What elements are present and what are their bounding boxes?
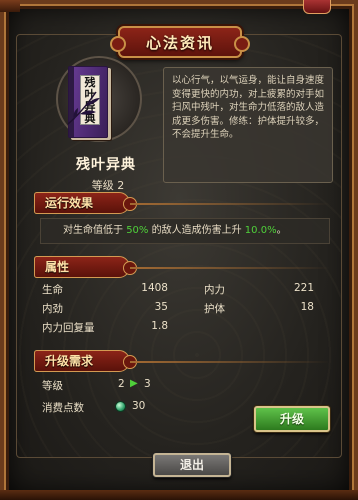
section-divider [130,203,330,205]
req-cost-label: 消费点数 [42,402,84,414]
skill-name: 残叶异典 [76,157,136,173]
dialog-title: 心法资讯 [110,26,250,58]
req-level-label: 等级 [42,380,63,392]
effect-text-suffix: 。 [276,225,287,236]
attr-label-defense: 护体 [204,303,225,315]
attr-label-mp-regen: 内力回复量 [42,322,95,334]
effect-threshold: 50% [126,225,149,236]
attr-value-mp: 221 [293,282,314,294]
upgrade-button[interactable]: 升级 [254,406,330,432]
section-divider [130,267,330,269]
exit-button[interactable]: 退出 [153,453,231,477]
skill-description: 以心行气，以气运身，能让自身速度变得更快的内功，对上疲累的对手如扫风中残叶，对生… [163,67,333,183]
req-level-to: 3 [144,378,151,390]
section-divider [130,361,330,363]
attr-value-inner-power: 35 [154,301,168,313]
level-up-arrow-icon: ▶ [130,378,138,389]
section-header-effect: 运行效果 [34,192,137,214]
effect-text-middle: 的敌人造成伤害上升 [151,225,242,236]
close-button[interactable] [303,0,331,14]
skill-point-coin-icon [115,401,126,412]
attr-value-defense: 18 [300,301,314,313]
attr-label-hp: 生命 [42,284,63,296]
attr-value-mp-regen: 1.8 [151,320,168,332]
bamboo-leaf-icon [67,91,100,125]
frame-bottom-bar [0,490,358,500]
req-cost-value: 30 [132,400,146,412]
attributes-panel: 生命 1408 内力 221 内劲 35 护体 18 内力回复量 1.8 [40,278,330,340]
section-header-attributes: 属性 [34,256,137,278]
section-header-requirements: 升级需求 [34,350,137,372]
effect-description: 对生命值低于 50% 的敌人造成伤害上升 10.0%。 [40,218,330,244]
attr-value-hp: 1408 [141,282,168,294]
req-level-from: 2 [118,378,125,390]
attr-label-mp: 内力 [204,284,225,296]
effect-text-prefix: 对生命值低于 [63,225,123,236]
skill-level: 等级 2 [91,179,125,192]
attr-label-inner-power: 内劲 [42,303,63,315]
effect-bonus: 10.0% [244,225,277,236]
frame-corner-ornament [0,0,20,12]
